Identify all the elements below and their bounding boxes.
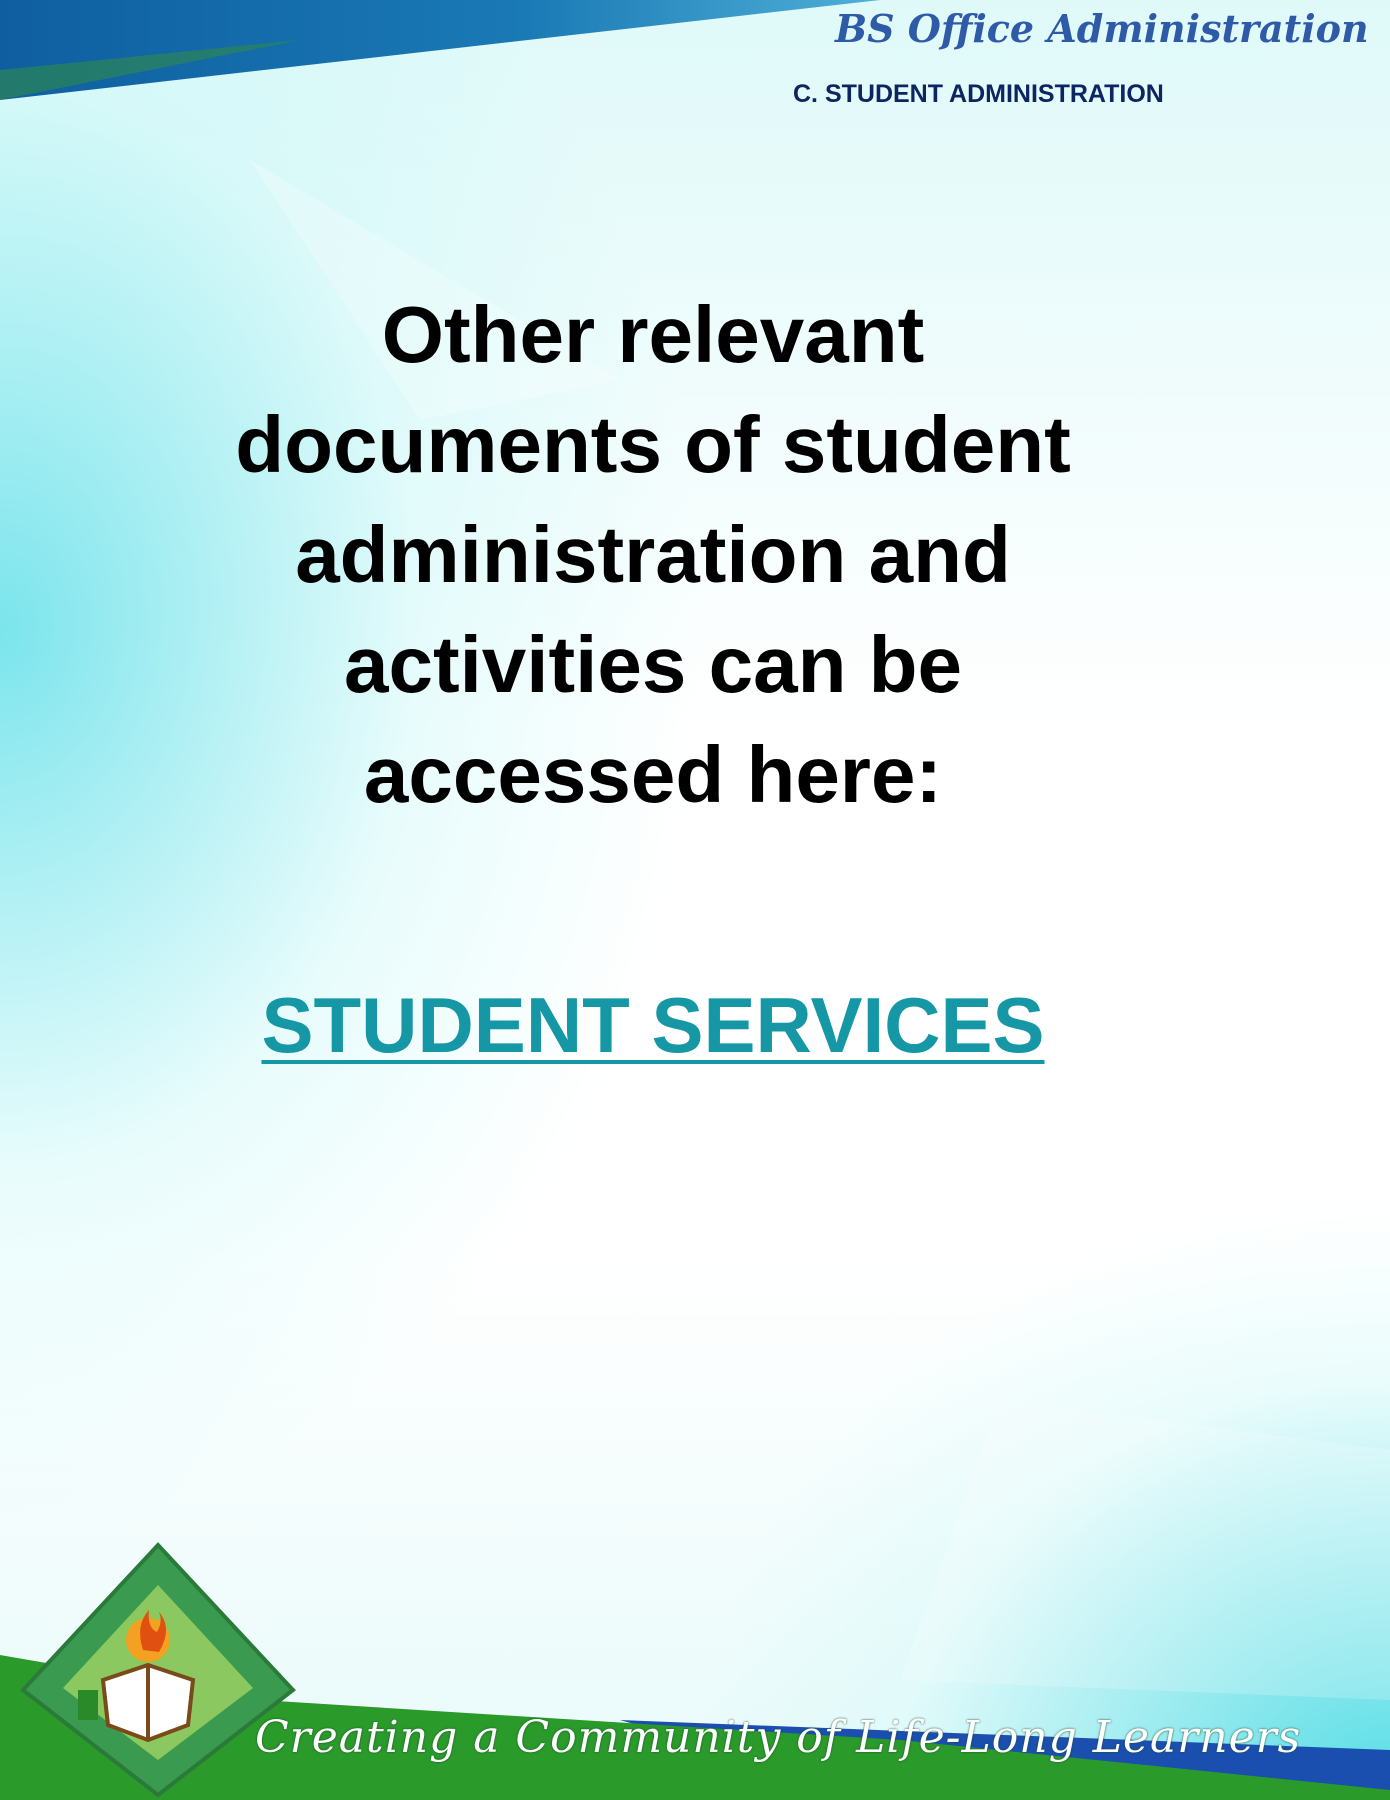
link-container: STUDENT SERVICES [153, 980, 1153, 1071]
top-blue-band [0, 0, 880, 100]
program-title: BS Office Administration [835, 6, 1369, 51]
message-line: activities can be [343, 620, 963, 709]
message-line: administration and [295, 510, 1011, 599]
section-title: C. STUDENT ADMINISTRATION [793, 80, 1164, 108]
main-message: Other relevant documents of student admi… [153, 280, 1153, 830]
message-line: accessed here: [363, 730, 943, 819]
student-services-link[interactable]: STUDENT SERVICES [261, 981, 1044, 1069]
message-line: documents of student [235, 400, 1071, 489]
tagline: Creating a Community of Life-Long Learne… [255, 1712, 1302, 1763]
message-line: Other relevant [381, 290, 925, 379]
background-decoration [0, 0, 1390, 1800]
